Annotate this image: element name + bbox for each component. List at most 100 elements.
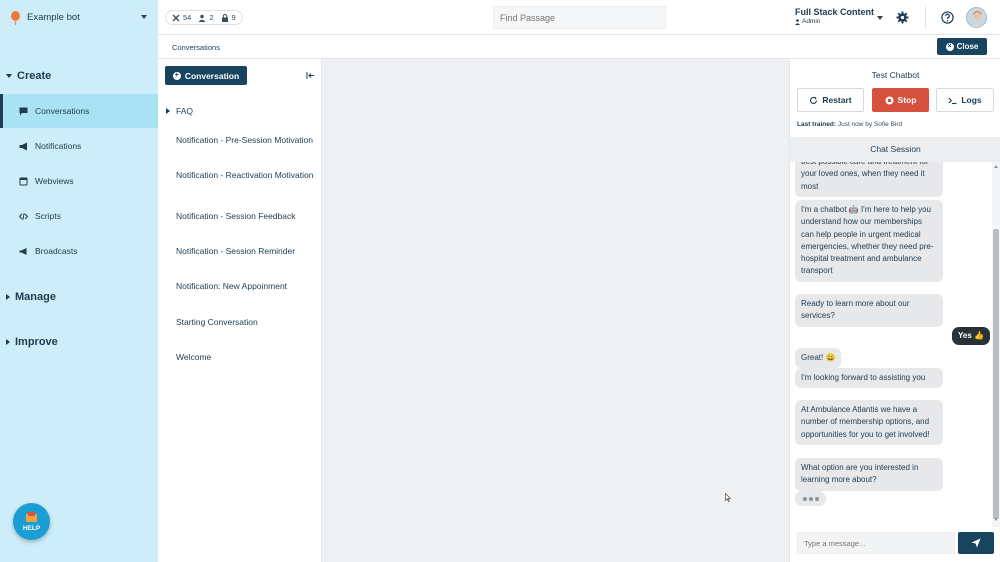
send-icon — [971, 538, 981, 548]
send-button[interactable] — [958, 532, 994, 554]
close-circle-icon: × — [945, 42, 954, 51]
lifebuoy-icon — [26, 511, 37, 522]
stat-tools-value: 54 — [183, 13, 192, 22]
collapse-panel-icon[interactable] — [306, 71, 315, 80]
sidebar-item-conversations[interactable]: Conversations — [0, 94, 158, 128]
gear-icon[interactable] — [896, 11, 909, 24]
test-chatbot-panel: Test Chatbot Restart Stop Logs Last trai… — [789, 59, 1000, 562]
bot-name: Example bot — [27, 12, 80, 23]
breadcrumb-bar: Conversations × Close — [158, 35, 1000, 59]
divider — [925, 6, 926, 29]
breadcrumb[interactable]: Conversations — [172, 43, 220, 52]
sidebar-item-label: Notifications — [35, 141, 82, 151]
folder-label: FAQ — [176, 106, 194, 116]
megaphone-icon — [19, 142, 27, 150]
chat-session-header: Chat Session — [790, 137, 1000, 162]
restart-label: Restart — [822, 95, 852, 105]
stat-tools: 54 — [172, 13, 191, 22]
passage-item[interactable]: Welcome — [176, 351, 316, 363]
bot-message: best possible care and treatment for you… — [795, 162, 943, 197]
bot-selector[interactable]: Example bot — [0, 0, 158, 35]
caret-down-icon — [6, 74, 12, 78]
window-icon — [19, 177, 28, 185]
panel-title: Test Chatbot — [871, 70, 920, 80]
scroll-up-icon[interactable] — [994, 165, 998, 168]
caret-right-icon — [6, 294, 10, 300]
passage-item[interactable]: Notification - Session Feedback — [176, 210, 316, 222]
logs-button[interactable]: Logs — [936, 88, 994, 112]
chevron-down-icon — [141, 15, 147, 19]
new-conversation-label: Conversation — [184, 70, 240, 81]
passage-item[interactable]: Notification - Pre-Session Motivation — [176, 134, 316, 146]
chat-icon — [19, 107, 28, 115]
scroll-down-icon[interactable] — [994, 518, 998, 521]
refresh-icon — [810, 96, 818, 104]
section-improve[interactable]: Improve — [6, 336, 58, 348]
editor-canvas[interactable] — [323, 59, 789, 562]
passage-item[interactable]: Starting Conversation — [176, 316, 316, 328]
bot-message: I'm a chatbot 🤖 I'm here to help you und… — [795, 200, 943, 282]
section-manage[interactable]: Manage — [6, 291, 56, 303]
stat-lock-value: 9 — [231, 13, 236, 22]
section-create[interactable]: Create — [6, 70, 51, 82]
bot-message: At Ambulance Atlantis we have a number o… — [795, 400, 943, 445]
close-label: Close — [956, 42, 979, 51]
caret-right-icon — [166, 108, 170, 114]
stop-circle-icon — [885, 96, 894, 104]
users-icon — [198, 14, 206, 22]
find-passage-input[interactable] — [493, 6, 666, 29]
bot-message: Ready to learn more about our services? — [795, 294, 943, 327]
avatar[interactable] — [966, 7, 987, 28]
passage-item[interactable]: Notification: New Appoinment — [176, 280, 316, 292]
sidebar-item-label: Scripts — [35, 211, 61, 221]
typing-indicator — [795, 491, 826, 506]
mouse-cursor-icon — [725, 493, 731, 502]
passage-item[interactable]: Notification - Session Reminder — [176, 245, 316, 257]
org-selector[interactable]: Full Stack Content Admin — [795, 7, 883, 25]
sidebar-item-broadcasts[interactable]: Broadcasts — [0, 234, 158, 268]
broadcast-icon — [19, 247, 27, 255]
role-label: Admin — [802, 18, 821, 25]
help-label: HELP — [22, 524, 41, 532]
lock-icon — [221, 13, 228, 22]
code-icon — [19, 212, 28, 220]
chevron-down-icon — [877, 16, 883, 20]
restart-button[interactable]: Restart — [797, 88, 864, 112]
last-trained-label: Last trained: — [797, 121, 837, 128]
sidebar-item-webviews[interactable]: Webviews — [0, 164, 158, 198]
user-role: Admin — [795, 18, 874, 25]
typing-dot — [802, 496, 807, 501]
top-bar: Example bot 54 2 9 Full Stack Content Ad… — [0, 0, 1000, 35]
section-improve-label: Improve — [15, 336, 58, 348]
stat-users: 2 — [198, 13, 214, 22]
new-conversation-button[interactable]: + Conversation — [165, 66, 247, 85]
passage-item[interactable]: Notification - Reactivation Motivation — [176, 169, 316, 181]
sidebar-item-label: Conversations — [35, 106, 90, 116]
help-question-icon[interactable] — [941, 11, 954, 24]
typing-dot — [808, 496, 813, 501]
bot-stats: 54 2 9 — [165, 10, 243, 25]
stat-lock: 9 — [221, 13, 236, 22]
caret-right-icon — [6, 339, 10, 345]
bot-message: What option are you interested in learni… — [795, 458, 943, 491]
passage-list: + Conversation FAQ Notification - Pre-Se… — [158, 59, 322, 562]
scrollbar-thumb[interactable] — [993, 229, 999, 519]
message-list[interactable]: best possible care and treatment for you… — [790, 162, 992, 527]
tools-icon — [172, 14, 180, 21]
bot-message: Great! 😀 — [795, 348, 842, 369]
user-message: Yes 👍 — [952, 327, 990, 346]
help-button[interactable]: HELP — [13, 503, 50, 540]
sidebar-item-scripts[interactable]: Scripts — [0, 199, 158, 233]
logs-label: Logs — [961, 95, 982, 105]
sidebar-item-notifications[interactable]: Notifications — [0, 129, 158, 163]
sidebar-item-label: Webviews — [35, 176, 74, 186]
close-button[interactable]: × Close — [937, 38, 987, 55]
last-trained-value: Just now by Sofie Bird — [837, 121, 903, 128]
plus-circle-icon: + — [172, 71, 181, 80]
typing-dot — [814, 496, 819, 501]
section-create-label: Create — [17, 70, 52, 82]
message-input[interactable] — [797, 532, 955, 554]
stop-button[interactable]: Stop — [872, 88, 929, 112]
sidebar-item-label: Broadcasts — [35, 246, 78, 256]
passage-folder-faq[interactable]: FAQ — [166, 105, 306, 117]
